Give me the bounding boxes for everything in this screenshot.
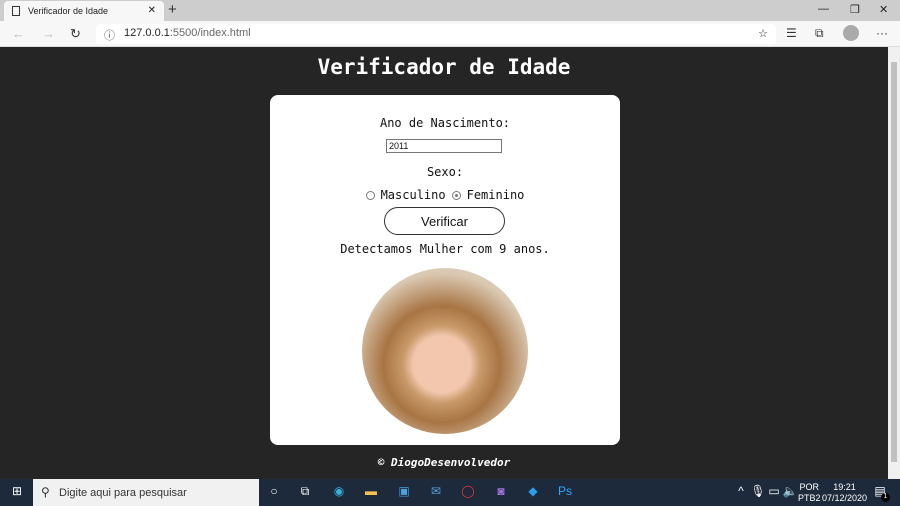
favorite-star-icon[interactable]: ☆ xyxy=(758,27,768,40)
tab-bar: Verificador de Idade ✕ + — ❐ ✕ xyxy=(0,0,900,21)
photoshop-icon[interactable]: Ps xyxy=(557,484,573,500)
restore-button[interactable]: ❐ xyxy=(850,3,860,16)
profile-avatar[interactable] xyxy=(843,25,859,41)
result-text: Detectamos Mulher com 9 anos. xyxy=(340,242,550,256)
new-tab-button[interactable]: + xyxy=(168,1,177,18)
tray-chevron-icon[interactable]: ^ xyxy=(733,484,749,500)
tab-active[interactable]: Verificador de Idade ✕ xyxy=(4,1,164,21)
close-tab-icon[interactable]: ✕ xyxy=(148,5,156,16)
mail-icon[interactable]: ✉ xyxy=(428,484,444,500)
edge-icon[interactable]: ◉ xyxy=(331,484,347,500)
language-indicator[interactable]: POR PTB2 xyxy=(798,482,821,504)
radio-masculino[interactable] xyxy=(365,190,375,200)
back-icon[interactable]: ← xyxy=(12,26,25,41)
label-masculino: Masculino xyxy=(380,188,446,202)
vscode-icon[interactable]: ◆ xyxy=(525,484,541,500)
tab-title: Verificador de Idade xyxy=(28,6,109,16)
refresh-icon[interactable]: ↻ xyxy=(70,26,81,42)
favorites-icon[interactable]: ☰ xyxy=(786,26,797,40)
sex-label: Sexo: xyxy=(426,165,464,179)
page-icon xyxy=(12,6,20,16)
task-view-icon[interactable]: ⧉ xyxy=(297,484,313,500)
form-card: Ano de Nascimento: 2011 Sexo: Masculino … xyxy=(270,95,620,445)
taskbar-search[interactable]: ⚲ Digite aqui para pesquisar xyxy=(33,479,259,506)
windows-start-icon[interactable]: ⊞ xyxy=(9,484,25,500)
volume-icon[interactable]: 🔈 xyxy=(782,484,798,500)
cortana-icon[interactable]: ○ xyxy=(266,484,282,500)
page-title: Verificador de Idade xyxy=(317,55,571,79)
address-bar-row: ← → ↻ ⓘ 127.0.0.1:5500/index.html ☆ ☰ ⧉ ··… xyxy=(0,21,900,47)
store-icon[interactable]: ▣ xyxy=(396,484,412,500)
scrollbar-thumb[interactable] xyxy=(891,62,897,462)
opera-icon[interactable]: ◯ xyxy=(460,484,476,500)
birth-year-label: Ano de Nascimento: xyxy=(379,116,511,130)
scrollbar[interactable] xyxy=(888,47,900,479)
close-window-button[interactable]: ✕ xyxy=(879,3,888,16)
result-photo xyxy=(362,268,528,434)
verify-button[interactable]: Verificar xyxy=(384,207,505,235)
footer-credit: © DiogoDesenvolvedor xyxy=(377,456,511,469)
clock[interactable]: 19:21 07/12/2020 xyxy=(822,482,867,504)
minimize-button[interactable]: — xyxy=(818,3,829,15)
search-icon: ⚲ xyxy=(41,485,50,499)
collections-icon[interactable]: ⧉ xyxy=(815,26,824,41)
more-icon[interactable]: ··· xyxy=(876,26,888,40)
url-input[interactable]: ⓘ 127.0.0.1:5500/index.html ☆ xyxy=(96,24,776,44)
network-icon[interactable]: ▭ xyxy=(766,484,782,500)
forward-icon[interactable]: → xyxy=(42,26,55,41)
label-feminino: Feminino xyxy=(466,188,525,202)
file-explorer-icon[interactable]: ▬ xyxy=(363,484,379,500)
birth-year-input[interactable]: 2011 xyxy=(386,139,502,153)
taskbar: ⊞ ⚲ Digite aqui para pesquisar ○ ⧉ ◉ ▬ ▣ … xyxy=(0,479,900,506)
radio-feminino[interactable] xyxy=(451,190,461,200)
microphone-icon[interactable]: 🎙 xyxy=(750,484,766,500)
notification-count: 1 xyxy=(881,493,890,502)
opera-gx-icon[interactable]: ◙ xyxy=(493,484,509,500)
info-icon: ⓘ xyxy=(104,30,115,42)
